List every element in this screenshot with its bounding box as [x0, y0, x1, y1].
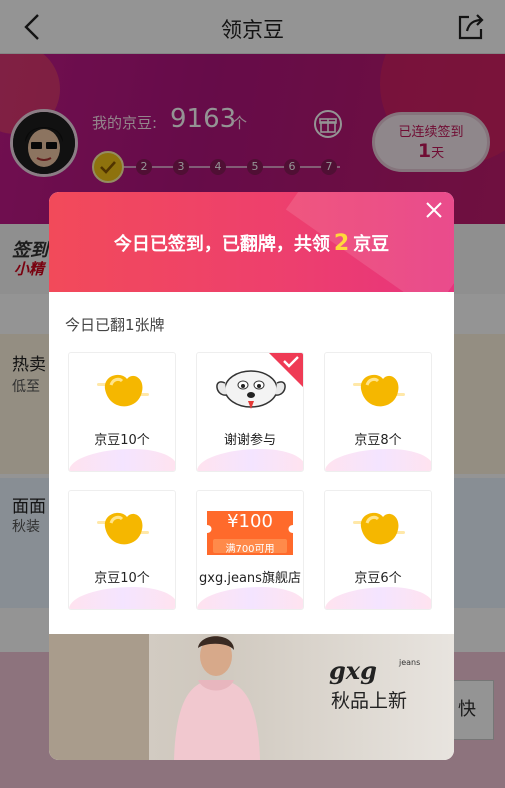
reward-card-coupon[interactable]: ¥100 满700可用 gxg.jeans旗舰店 — [196, 490, 304, 610]
card-wave — [197, 587, 303, 609]
sign-in-result-modal: 今日已签到，已翻牌，共领 2 京豆 今日已翻1张牌 京豆10个 谢谢参与 京豆8… — [49, 192, 454, 760]
ad-tagline: 秋品上新 — [331, 690, 408, 712]
card-wave — [69, 449, 175, 471]
model-photo — [174, 636, 260, 760]
card-label: gxg.jeans旗舰店 — [199, 571, 301, 586]
bean-icon — [353, 374, 405, 407]
coupon-ticket: ¥100 满700可用 — [207, 509, 293, 557]
modal-message: 今日已签到，已翻牌，共领 2 京豆 — [49, 230, 454, 256]
ad-brand-sub: jeans — [399, 658, 421, 667]
bean-icon — [353, 512, 405, 545]
card-wave — [325, 449, 431, 471]
coupon-condition: 满700可用 — [225, 544, 275, 555]
bean-icon — [97, 374, 149, 407]
ad-brand: gxg — [329, 656, 377, 685]
message-number: 2 — [333, 231, 350, 256]
message-suffix: 京豆 — [353, 234, 390, 255]
card-label: 京豆10个 — [94, 571, 150, 586]
card-label: 京豆8个 — [354, 433, 402, 448]
coupon-amount: ¥100 — [227, 511, 273, 532]
reward-card-selected[interactable]: 谢谢参与 — [196, 352, 304, 472]
message-prefix: 今日已签到，已翻牌，共领 — [113, 234, 330, 255]
ad-building — [49, 634, 149, 760]
card-wave — [197, 449, 303, 471]
flipped-count: 今日已翻1张牌 — [65, 316, 165, 334]
card-label: 谢谢参与 — [223, 433, 276, 448]
modal-header: 今日已签到，已翻牌，共领 2 京豆 — [49, 192, 454, 313]
reward-card[interactable]: 京豆6个 — [324, 490, 432, 610]
card-label: 京豆6个 — [354, 571, 402, 586]
reward-card[interactable]: 京豆10个 — [68, 352, 176, 472]
card-label: 京豆10个 — [94, 433, 150, 448]
reward-card[interactable]: 京豆8个 — [324, 352, 432, 472]
close-icon[interactable] — [424, 200, 444, 220]
selected-check-icon — [269, 353, 303, 387]
card-wave — [325, 587, 431, 609]
bean-icon — [97, 512, 149, 545]
ad-banner[interactable]: gxg jeans 秋品上新 — [49, 634, 454, 760]
reward-card[interactable]: 京豆10个 — [68, 490, 176, 610]
card-wave — [69, 587, 175, 609]
